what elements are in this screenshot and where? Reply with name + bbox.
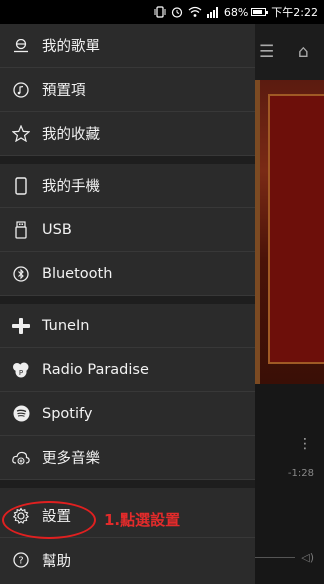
status-bar: 68% 下午2:22 <box>0 0 324 24</box>
menu-item-label: USB <box>42 221 72 238</box>
menu-item-label: 我的收藏 <box>42 127 100 143</box>
more-music-icon <box>4 450 38 466</box>
menu-item-favorites[interactable]: 我的收藏 <box>0 112 255 156</box>
clock: 下午2:22 <box>271 6 318 19</box>
phone-icon <box>4 176 38 195</box>
bluetooth-icon <box>4 265 38 282</box>
section-divider <box>0 296 255 304</box>
section-divider <box>0 480 255 488</box>
menu-item-label: 預置項 <box>42 83 86 99</box>
menu-item-tunein[interactable]: TuneIn <box>0 304 255 348</box>
more-vertical-icon[interactable]: ⋮ <box>298 436 312 452</box>
radio-paradise-icon: P <box>4 362 38 378</box>
signal-icon <box>206 6 219 18</box>
home-icon[interactable]: ⌂ <box>298 42 309 62</box>
menu-item-label: 幫助 <box>42 553 71 570</box>
section-divider <box>0 156 255 164</box>
menu-item-label: TuneIn <box>42 317 90 334</box>
menu-item-label: Spotify <box>42 405 93 422</box>
menu-item-usb[interactable]: USB <box>0 208 255 252</box>
menu-item-bluetooth[interactable]: Bluetooth <box>0 252 255 296</box>
menu-item-more-music[interactable]: 更多音樂 <box>0 436 255 480</box>
playlist-icon <box>4 38 38 53</box>
annotation-text: 1.點選設置 <box>104 511 181 529</box>
menu-item-radio-paradise[interactable]: P Radio Paradise <box>0 348 255 392</box>
menu-lines-icon[interactable]: ☰ <box>259 42 274 62</box>
menu-item-my-phone[interactable]: 我的手機 <box>0 164 255 208</box>
volume-track[interactable] <box>255 557 295 558</box>
alarm-icon <box>171 6 183 18</box>
wifi-icon <box>188 6 202 18</box>
screen: 68% 下午2:22 ☰ ⌂ ⋮ -1:28 ◁) 我的歌單 預置項 我的收藏 … <box>0 0 324 584</box>
battery-icon <box>251 8 269 16</box>
usb-icon <box>4 220 38 239</box>
menu-item-preset[interactable]: 預置項 <box>0 68 255 112</box>
svg-text:?: ? <box>18 556 23 567</box>
menu-item-label: Bluetooth <box>42 265 113 282</box>
navigation-drawer: 我的歌單 預置項 我的收藏 我的手機 USB Bluetooth TuneIn … <box>0 24 255 584</box>
menu-item-label: Radio Paradise <box>42 361 149 378</box>
svg-text:P: P <box>19 369 23 377</box>
battery-percent: 68% <box>223 5 249 19</box>
preset-icon <box>4 81 38 98</box>
vibrate-icon <box>154 6 166 18</box>
spotify-icon <box>4 405 38 422</box>
menu-item-help[interactable]: ? 幫助 <box>0 538 255 582</box>
menu-item-playlist[interactable]: 我的歌單 <box>0 24 255 68</box>
menu-item-label: 我的手機 <box>42 179 100 195</box>
help-icon: ? <box>4 552 38 568</box>
menu-item-spotify[interactable]: Spotify <box>0 392 255 436</box>
tunein-icon <box>4 317 38 334</box>
volume-icon: ◁) <box>301 551 314 564</box>
album-art <box>252 80 324 384</box>
star-icon <box>4 125 38 142</box>
annotation-circle <box>2 501 96 539</box>
menu-item-label: 我的歌單 <box>42 39 100 55</box>
menu-item-label: 更多音樂 <box>42 451 100 467</box>
remaining-time: -1:28 <box>287 468 314 479</box>
